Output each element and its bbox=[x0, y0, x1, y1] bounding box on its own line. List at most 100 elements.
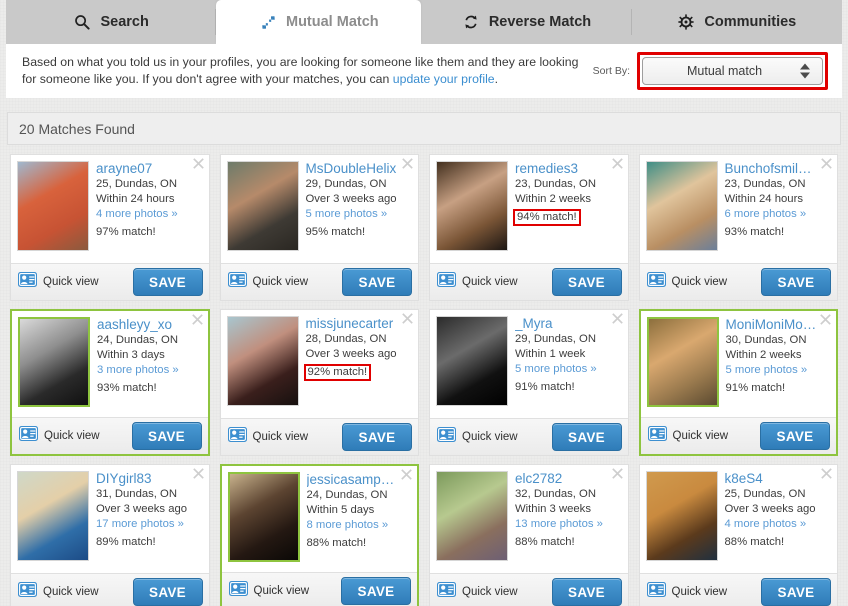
more-photos-link[interactable]: 5 more photos » bbox=[306, 207, 413, 222]
profile-username-link[interactable]: arayne07 bbox=[96, 161, 203, 177]
match-card[interactable]: Bunchofsmile…23, Dundas, ONWithin 24 hou… bbox=[639, 154, 839, 301]
close-x-icon[interactable] bbox=[401, 469, 412, 480]
close-x-icon[interactable] bbox=[612, 158, 623, 169]
tab-communities[interactable]: Communities bbox=[632, 0, 842, 44]
close-x-icon[interactable] bbox=[612, 468, 623, 479]
quick-view-button[interactable]: Quick view bbox=[228, 272, 309, 292]
tab-mutual-match[interactable]: Mutual Match bbox=[216, 0, 421, 44]
quick-view-button[interactable]: Quick view bbox=[18, 272, 99, 292]
more-photos-link[interactable]: 8 more photos » bbox=[307, 518, 412, 533]
match-card[interactable]: missjunecarter28, Dundas, ONOver 3 weeks… bbox=[220, 309, 420, 456]
match-card[interactable]: remedies323, Dundas, ONWithin 2 weeks94%… bbox=[429, 154, 629, 301]
close-x-icon[interactable] bbox=[820, 314, 831, 325]
more-photos-link[interactable]: 5 more photos » bbox=[726, 363, 831, 378]
match-card[interactable]: _Myra29, Dundas, ONWithin 1 week5 more p… bbox=[429, 309, 629, 456]
quick-view-button[interactable]: Quick view bbox=[647, 582, 728, 602]
save-button[interactable]: SAVE bbox=[552, 578, 622, 606]
profile-username-link[interactable]: aashleyy_xo bbox=[97, 317, 202, 333]
save-button[interactable]: SAVE bbox=[132, 422, 202, 450]
quick-view-button[interactable]: Quick view bbox=[648, 426, 729, 446]
profile-username-link[interactable]: elc2782 bbox=[515, 471, 622, 487]
quick-view-button[interactable]: Quick view bbox=[229, 581, 310, 601]
save-button[interactable]: SAVE bbox=[552, 268, 622, 296]
match-card[interactable]: jessicasamps…24, Dundas, ONWithin 5 days… bbox=[220, 464, 420, 606]
more-photos-link[interactable]: 6 more photos » bbox=[725, 207, 832, 222]
quick-view-button[interactable]: Quick view bbox=[647, 272, 728, 292]
update-profile-link[interactable]: update your profile bbox=[393, 72, 495, 86]
save-button[interactable]: SAVE bbox=[341, 577, 411, 605]
more-photos-link[interactable]: 3 more photos » bbox=[97, 363, 202, 378]
match-card-body: elc278232, Dundas, ONWithin 3 weeks13 mo… bbox=[430, 465, 628, 573]
quick-view-button[interactable]: Quick view bbox=[437, 582, 518, 602]
match-card[interactable]: aashleyy_xo24, Dundas, ONWithin 3 days3 … bbox=[10, 309, 210, 456]
quick-view-button[interactable]: Quick view bbox=[18, 582, 99, 602]
save-button[interactable]: SAVE bbox=[760, 422, 830, 450]
save-button[interactable]: SAVE bbox=[761, 268, 831, 296]
sort-by-select[interactable]: Mutual match bbox=[642, 57, 823, 85]
profile-username-link[interactable]: _Myra bbox=[515, 316, 622, 332]
profile-photo[interactable] bbox=[646, 471, 718, 561]
close-x-icon[interactable] bbox=[612, 313, 623, 324]
profile-username-link[interactable]: MsDoubleHelix bbox=[306, 161, 413, 177]
close-x-icon[interactable] bbox=[402, 313, 413, 324]
save-button[interactable]: SAVE bbox=[133, 578, 203, 606]
save-button[interactable]: SAVE bbox=[552, 423, 622, 451]
profile-username-link[interactable]: jessicasamps… bbox=[307, 472, 412, 488]
close-x-icon[interactable] bbox=[193, 158, 204, 169]
profile-username-link[interactable]: k8eS4 bbox=[725, 471, 832, 487]
close-x-icon[interactable] bbox=[821, 158, 832, 169]
match-card[interactable]: arayne0725, Dundas, ONWithin 24 hours4 m… bbox=[10, 154, 210, 301]
profile-age-location: 24, Dundas, ON bbox=[307, 488, 412, 503]
profile-photo[interactable] bbox=[436, 316, 508, 406]
match-card[interactable]: MoniMoniMo…30, Dundas, ONWithin 2 weeks5… bbox=[639, 309, 839, 456]
profile-photo[interactable] bbox=[228, 472, 300, 562]
quick-view-button[interactable]: Quick view bbox=[437, 272, 518, 292]
close-x-icon[interactable] bbox=[821, 468, 832, 479]
profile-photo[interactable] bbox=[436, 471, 508, 561]
save-button[interactable]: SAVE bbox=[761, 578, 831, 606]
quick-view-label: Quick view bbox=[44, 430, 100, 442]
tab-reverse-match[interactable]: Reverse Match bbox=[421, 0, 631, 44]
profile-username-link[interactable]: MoniMoniMo… bbox=[726, 317, 831, 333]
profile-photo[interactable] bbox=[17, 161, 89, 251]
quick-view-button[interactable]: Quick view bbox=[437, 427, 518, 447]
match-card-slot: MsDoubleHelix29, Dundas, ONOver 3 weeks … bbox=[215, 154, 425, 309]
quick-view-button[interactable]: Quick view bbox=[19, 426, 100, 446]
match-card[interactable]: elc278232, Dundas, ONWithin 3 weeks13 mo… bbox=[429, 464, 629, 606]
profile-photo[interactable] bbox=[18, 317, 90, 407]
tab-mutual-match-label: Mutual Match bbox=[286, 14, 379, 30]
profile-photo[interactable] bbox=[647, 317, 719, 407]
profile-photo[interactable] bbox=[17, 471, 89, 561]
close-x-icon[interactable] bbox=[193, 468, 204, 479]
tab-search[interactable]: Search bbox=[6, 0, 216, 44]
profile-age-location: 29, Dundas, ON bbox=[515, 332, 622, 347]
profile-photo[interactable] bbox=[227, 161, 299, 251]
profile-photo[interactable] bbox=[436, 161, 508, 251]
more-photos-link[interactable]: 4 more photos » bbox=[725, 517, 832, 532]
more-photos-link[interactable]: 4 more photos » bbox=[96, 207, 203, 222]
close-x-icon[interactable] bbox=[192, 314, 203, 325]
close-x-icon[interactable] bbox=[402, 158, 413, 169]
profile-username-link[interactable]: Bunchofsmile… bbox=[725, 161, 832, 177]
more-photos-link[interactable]: 17 more photos » bbox=[96, 517, 203, 532]
profile-photo[interactable] bbox=[227, 316, 299, 406]
profile-username-link[interactable]: DIYgirl83 bbox=[96, 471, 203, 487]
profile-last-active: Within 3 days bbox=[97, 348, 202, 363]
match-card-info: MoniMoniMo…30, Dundas, ONWithin 2 weeks5… bbox=[719, 317, 831, 417]
profile-photo[interactable] bbox=[646, 161, 718, 251]
spinner-arrows-icon bbox=[800, 64, 810, 79]
save-button[interactable]: SAVE bbox=[342, 268, 412, 296]
match-card[interactable]: DIYgirl8331, Dundas, ONOver 3 weeks ago1… bbox=[10, 464, 210, 606]
save-button[interactable]: SAVE bbox=[133, 268, 203, 296]
match-card[interactable]: MsDoubleHelix29, Dundas, ONOver 3 weeks … bbox=[220, 154, 420, 301]
more-photos-link[interactable]: 13 more photos » bbox=[515, 517, 622, 532]
match-card[interactable]: k8eS425, Dundas, ONOver 3 weeks ago4 mor… bbox=[639, 464, 839, 606]
match-card-slot: k8eS425, Dundas, ONOver 3 weeks ago4 mor… bbox=[634, 464, 844, 606]
profile-username-link[interactable]: missjunecarter bbox=[306, 316, 413, 332]
quick-view-button[interactable]: Quick view bbox=[228, 427, 309, 447]
match-card-footer: Quick view SAVE bbox=[430, 263, 628, 300]
match-card-info: remedies323, Dundas, ONWithin 2 weeks94%… bbox=[508, 161, 622, 263]
profile-username-link[interactable]: remedies3 bbox=[515, 161, 622, 177]
save-button[interactable]: SAVE bbox=[342, 423, 412, 451]
more-photos-link[interactable]: 5 more photos » bbox=[515, 362, 622, 377]
